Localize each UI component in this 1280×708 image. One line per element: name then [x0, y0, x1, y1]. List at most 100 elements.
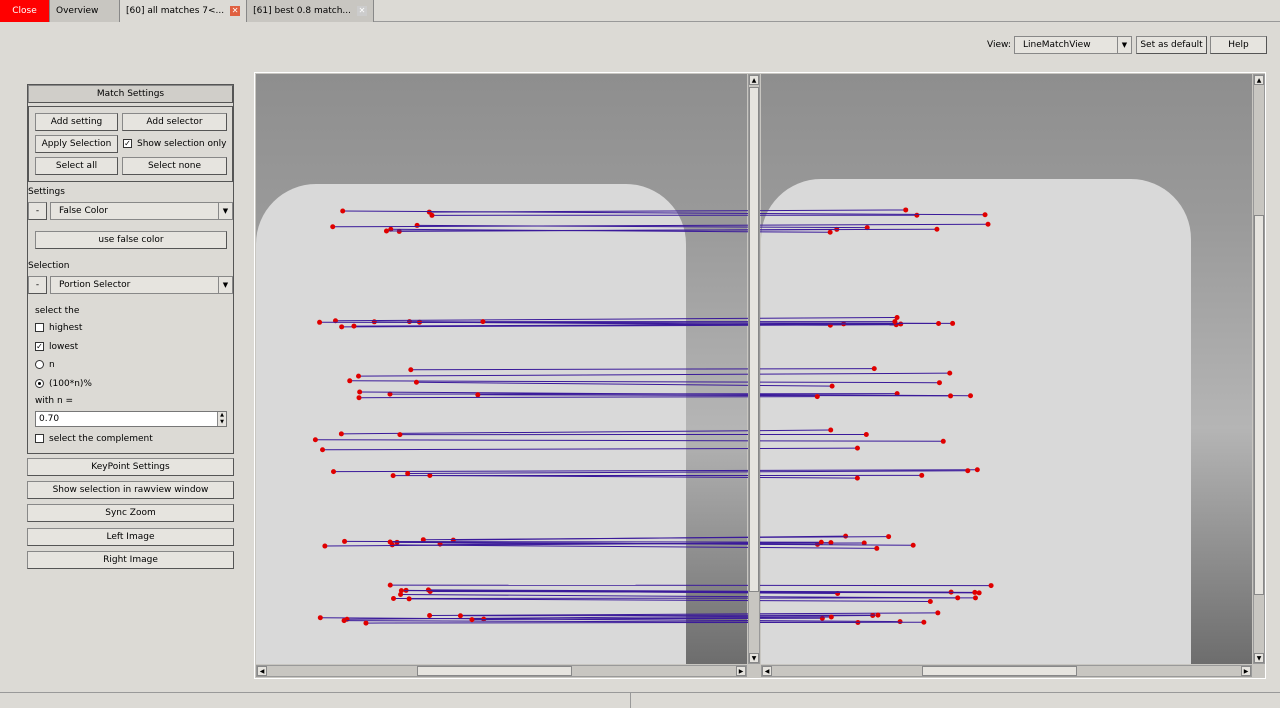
button-label: - — [36, 206, 39, 216]
setting-type-select[interactable]: False Color▼ — [50, 202, 233, 220]
keypoint-marker — [875, 613, 880, 618]
right-image-button[interactable]: Right Image — [27, 551, 234, 569]
select-value: False Color — [59, 206, 108, 216]
percent-radio[interactable]: (100*n)% — [35, 379, 92, 389]
tab-bar: Close Overview [60] all matches 7<...✕ [… — [0, 0, 1280, 22]
tab-best-matches[interactable]: [61] best 0.8 match...✕ — [247, 0, 374, 22]
button-label: Apply Selection — [42, 139, 112, 149]
right-horizontal-scrollbar[interactable]: ◀▶ — [761, 665, 1252, 677]
spin-arrows-icon[interactable]: ▲▼ — [217, 412, 226, 426]
keypoint-marker — [342, 618, 347, 623]
match-line — [416, 382, 832, 386]
keypoint-marker — [339, 324, 344, 329]
keypoint-marker — [968, 393, 973, 398]
keypoint-marker — [989, 583, 994, 588]
left-image-button[interactable]: Left Image — [27, 528, 234, 546]
scroll-up-icon[interactable]: ▲ — [1254, 75, 1264, 85]
keypoint-marker — [819, 540, 824, 545]
n-radio[interactable]: n — [35, 360, 55, 370]
button-label: Show selection in rawview window — [53, 485, 209, 495]
scroll-down-icon[interactable]: ▼ — [1254, 653, 1264, 663]
show-in-rawview-button[interactable]: Show selection in rawview window — [27, 481, 234, 499]
match-line — [359, 373, 950, 376]
tab-overview[interactable]: Overview — [50, 0, 120, 22]
keypoint-marker — [975, 467, 980, 472]
keypoint-marker — [414, 380, 419, 385]
match-line — [423, 537, 888, 540]
keypoint-marker — [911, 543, 916, 548]
checkbox-label: Show selection only — [137, 139, 227, 149]
scroll-down-icon[interactable]: ▼ — [749, 653, 759, 663]
close-tab-button[interactable]: Close — [0, 0, 50, 22]
keypoint-marker — [872, 366, 877, 371]
select-all-button[interactable]: Select all — [35, 157, 118, 175]
selection-label: Selection — [28, 261, 69, 271]
n-value-spinbox[interactable]: 0.70▲▼ — [35, 411, 227, 427]
keypoint-marker — [347, 378, 352, 383]
keypoint-marker — [339, 431, 344, 436]
button-label: use false color — [98, 235, 163, 245]
keypoint-marker — [828, 428, 833, 433]
remove-selector-button[interactable]: - — [28, 276, 47, 294]
settings-label: Settings — [28, 187, 65, 197]
keypoint-settings-button[interactable]: KeyPoint Settings — [27, 458, 234, 476]
keypoint-marker — [972, 590, 977, 595]
right-vertical-scrollbar[interactable]: ▲▼ — [1253, 74, 1265, 664]
match-line — [343, 211, 985, 215]
keypoint-marker — [898, 321, 903, 326]
button-label: KeyPoint Settings — [91, 462, 169, 472]
keypoint-marker — [886, 534, 891, 539]
checkbox-label: highest — [49, 323, 82, 333]
keypoint-marker — [934, 227, 939, 232]
keypoint-marker — [977, 590, 982, 595]
match-line — [315, 440, 943, 442]
match-line — [323, 448, 858, 450]
select-none-button[interactable]: Select none — [122, 157, 227, 175]
scroll-left-icon[interactable]: ◀ — [257, 666, 267, 676]
keypoint-marker — [948, 393, 953, 398]
radio-label: (100*n)% — [49, 379, 92, 389]
highest-checkbox[interactable]: highest — [35, 323, 82, 333]
keypoint-marker — [469, 617, 474, 622]
keypoint-marker — [921, 620, 926, 625]
scroll-right-icon[interactable]: ▶ — [736, 666, 746, 676]
keypoint-marker — [983, 212, 988, 217]
keypoint-marker — [843, 534, 848, 539]
keypoint-marker — [898, 619, 903, 624]
keypoint-marker — [426, 587, 431, 592]
lowest-checkbox[interactable]: ✓lowest — [35, 342, 78, 352]
scrollbar-thumb[interactable] — [417, 666, 572, 676]
left-horizontal-scrollbar[interactable]: ◀▶ — [256, 665, 747, 677]
keypoint-marker — [388, 583, 393, 588]
sync-zoom-button[interactable]: Sync Zoom — [27, 504, 234, 522]
scroll-left-icon[interactable]: ◀ — [762, 666, 772, 676]
select-value: Portion Selector — [59, 280, 130, 290]
selector-type-select[interactable]: Portion Selector▼ — [50, 276, 233, 294]
keypoint-marker — [391, 473, 396, 478]
show-selection-only-checkbox[interactable]: ✓Show selection only — [123, 139, 227, 149]
help-button[interactable]: Help — [1210, 36, 1267, 54]
use-false-color-button[interactable]: use false color — [35, 231, 227, 249]
match-settings-header[interactable]: Match Settings — [28, 85, 233, 103]
apply-selection-button[interactable]: Apply Selection — [35, 135, 118, 153]
scrollbar-thumb[interactable] — [922, 666, 1077, 676]
remove-setting-button[interactable]: - — [28, 202, 47, 220]
checkbox-checked-icon: ✓ — [35, 342, 44, 351]
scrollbar-thumb[interactable] — [1254, 215, 1264, 595]
close-label: Close — [12, 6, 37, 16]
close-icon[interactable]: ✕ — [357, 6, 367, 16]
scroll-up-icon[interactable]: ▲ — [749, 75, 759, 85]
close-icon[interactable]: ✕ — [230, 6, 240, 16]
checkbox-icon — [35, 434, 44, 443]
view-select[interactable]: LineMatchView▼ — [1014, 36, 1132, 54]
add-selector-button[interactable]: Add selector — [122, 113, 227, 131]
set-default-button[interactable]: Set as default — [1136, 36, 1207, 54]
scroll-right-icon[interactable]: ▶ — [1241, 666, 1251, 676]
keypoint-marker — [830, 384, 835, 389]
left-vertical-scrollbar[interactable]: ▲▼ — [748, 74, 760, 664]
complement-checkbox[interactable]: select the complement — [35, 434, 153, 444]
tab-all-matches[interactable]: [60] all matches 7<...✕ — [120, 0, 247, 22]
scrollbar-thumb[interactable] — [749, 87, 759, 592]
keypoint-marker — [363, 621, 368, 626]
add-setting-button[interactable]: Add setting — [35, 113, 118, 131]
